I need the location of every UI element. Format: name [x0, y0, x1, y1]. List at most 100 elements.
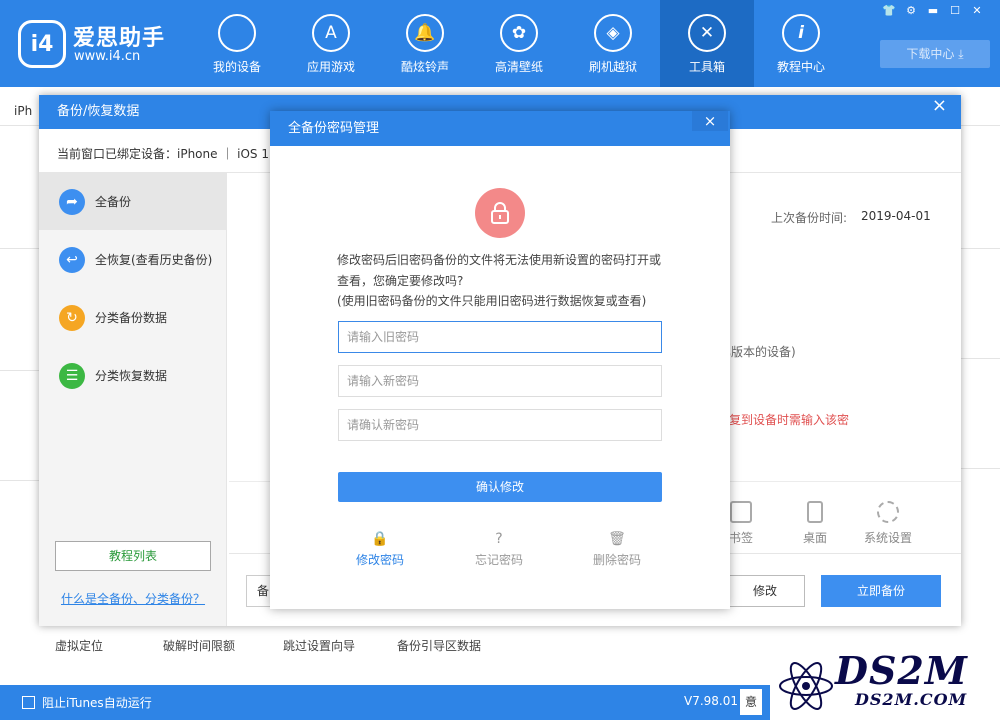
device-version-note: 比版本的设备)	[719, 345, 796, 359]
nav-label: 刷机越狱	[588, 60, 637, 74]
close-icon[interactable]: ×	[932, 95, 947, 117]
confirm-password-input[interactable]	[338, 409, 662, 441]
nav-label: 工具箱	[688, 60, 725, 74]
backup-now-button[interactable]: 立即备份	[821, 575, 941, 607]
tool-skip-setup[interactable]: 跳过设置向导	[283, 637, 355, 654]
gear-icon[interactable]: ⚙	[902, 3, 920, 19]
sidebar-item-full-backup[interactable]: ➦ 全备份	[39, 173, 227, 230]
watermark-text: DS2M	[835, 648, 968, 693]
warning-text: 修改密码后旧密码备份的文件将无法使用新设置的密码打开或	[337, 253, 662, 267]
new-password-input[interactable]	[338, 365, 662, 397]
app-name: 爱思助手	[73, 26, 166, 51]
divider	[960, 468, 1000, 469]
modify-button[interactable]: 修改	[725, 575, 805, 607]
download-center-button[interactable]: 下载中心 ⤓	[880, 40, 990, 68]
question-icon: ?	[495, 531, 503, 547]
option-system-settings[interactable]: 系统设置	[858, 501, 918, 546]
nav-ringtones[interactable]: 🔔 酷炫铃声	[378, 0, 472, 87]
flower-icon: ✿	[500, 14, 538, 52]
device-tab[interactable]: iPh	[14, 96, 40, 126]
tab-label: 忘记密码	[474, 553, 523, 567]
divider	[0, 370, 40, 371]
sidebar-item-label: 全备份	[95, 195, 132, 209]
share-arrow-icon: ➦	[59, 188, 85, 215]
divider	[960, 358, 1000, 359]
logo-icon: i4	[18, 20, 66, 68]
option-label: 书签	[728, 531, 753, 545]
itunes-label: 阻止iTunes自动运行	[42, 696, 152, 710]
info-icon: i	[782, 14, 820, 52]
close-icon[interactable]: ×	[692, 111, 728, 131]
tab-change-password[interactable]: 🔒 修改密码	[330, 531, 430, 568]
apple-icon	[218, 14, 256, 52]
sync-icon: ↻	[59, 304, 85, 331]
app-store-icon: A	[312, 14, 350, 52]
app-url: www.i4.cn	[74, 49, 141, 64]
trash-icon: 🗑	[608, 531, 626, 547]
password-dialog: 全备份密码管理 × 修改密码后旧密码备份的文件将无法使用新设置的密码打开或 查看…	[270, 111, 730, 609]
sidebar-item-label: 全恢复(查看历史备份)	[95, 253, 213, 267]
tutorial-link[interactable]: 什么是全备份、分类备份？	[61, 590, 205, 607]
tab-forgot-password[interactable]: ? 忘记密码	[449, 531, 549, 568]
divider	[0, 480, 40, 481]
warning-note: (使用旧密码备份的文件只能用旧密码进行数据恢复或查看)	[337, 294, 647, 308]
nav-tutorials[interactable]: i 教程中心	[754, 0, 848, 87]
dropbox-icon: ◈	[594, 14, 632, 52]
nav-toolbox[interactable]: ✕ 工具箱	[660, 0, 754, 87]
tutorial-list-button[interactable]: 教程列表	[55, 541, 211, 571]
watermark-url: DS2M.COM	[855, 690, 968, 709]
shirt-icon[interactable]: 👕	[880, 3, 898, 19]
divider	[960, 248, 1000, 249]
nav-apps-games[interactable]: A 应用游戏	[284, 0, 378, 87]
nav-label: 高清壁纸	[494, 60, 543, 74]
password-warning-note: 复到设备时需输入该密	[729, 413, 850, 427]
sidebar-item-label: 分类恢复数据	[95, 369, 168, 383]
tool-screen-time[interactable]: 破解时间限额	[163, 637, 235, 654]
download-icon: ⤓	[958, 47, 964, 61]
itunes-checkbox[interactable]	[22, 696, 35, 709]
maximize-icon[interactable]: ☐	[946, 3, 964, 19]
nav-wallpapers[interactable]: ✿ 高清壁纸	[472, 0, 566, 87]
nav-my-device[interactable]: 我的设备	[190, 0, 284, 87]
option-desktop[interactable]: 桌面	[785, 501, 845, 546]
tools-icon: ✕	[688, 14, 726, 52]
last-backup-label: 上次备份时间:	[771, 211, 848, 225]
close-icon[interactable]: ✕	[968, 3, 986, 19]
tab-label: 删除密码	[592, 553, 641, 567]
atom-logo-icon	[779, 662, 833, 710]
nav-label: 教程中心	[776, 60, 825, 74]
sidebar-item-category-backup[interactable]: ↻ 分类备份数据	[39, 289, 227, 346]
download-center-label: 下载中心	[906, 47, 955, 61]
tab-delete-password[interactable]: 🗑 删除密码	[567, 531, 667, 568]
tool-virtual-location[interactable]: 虚拟定位	[55, 637, 103, 654]
nav-flash-jailbreak[interactable]: ◈ 刷机越狱	[566, 0, 660, 87]
divider	[0, 248, 40, 249]
nav-label: 应用游戏	[306, 60, 355, 74]
phone-icon	[807, 501, 823, 523]
bell-icon: 🔔	[406, 14, 444, 52]
return-arrow-icon: ↩	[59, 246, 85, 273]
option-label: 桌面	[802, 531, 827, 545]
sidebar-item-label: 分类备份数据	[95, 311, 168, 325]
dialog-title: 全备份密码管理	[270, 111, 730, 146]
tool-backup-boot[interactable]: 备份引导区数据	[397, 637, 481, 654]
device-binding-info: 当前窗口已绑定设备：iPhone ｜ iOS 1	[57, 147, 269, 161]
sidebar-item-category-restore[interactable]: ☰ 分类恢复数据	[39, 347, 227, 404]
confirm-modify-button[interactable]: 确认修改	[338, 472, 662, 502]
option-label: 系统设置	[863, 531, 912, 545]
version-label: V7.98.01	[684, 694, 739, 708]
lock-icon	[475, 188, 525, 238]
lock-icon: 🔒	[371, 531, 389, 547]
nav-label: 我的设备	[212, 60, 261, 74]
gear-icon	[877, 501, 899, 523]
sidebar-item-full-restore[interactable]: ↩ 全恢复(查看历史备份)	[39, 231, 227, 288]
nav-label: 酷炫铃声	[400, 60, 449, 74]
list-icon: ☰	[59, 362, 85, 389]
minimize-icon[interactable]: ▬	[924, 3, 942, 19]
last-backup-value: 2019-04-01	[861, 209, 931, 223]
tab-label: 修改密码	[355, 553, 404, 567]
feedback-button[interactable]: 意	[740, 689, 762, 715]
warning-text: 查看，您确定要修改吗?	[337, 274, 464, 288]
old-password-input[interactable]	[338, 321, 662, 353]
bookmark-icon	[730, 501, 752, 523]
